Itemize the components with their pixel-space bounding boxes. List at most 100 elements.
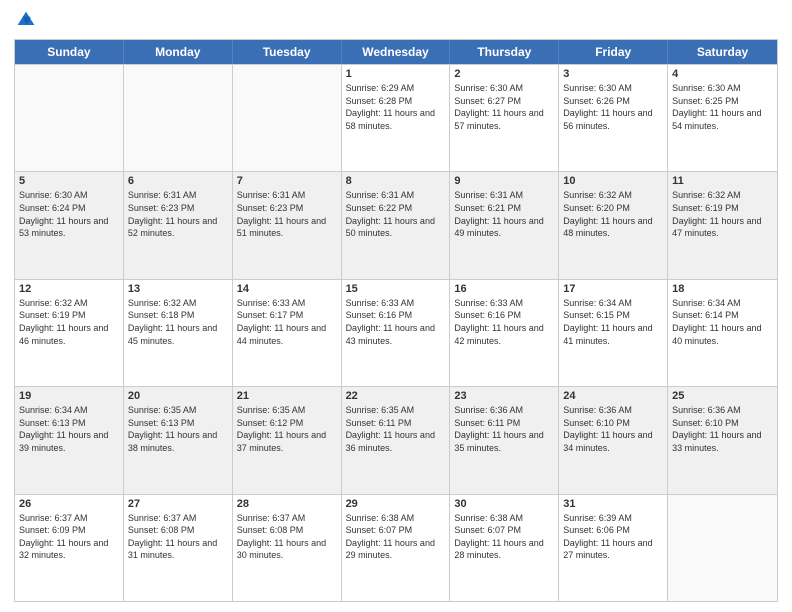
cell-info: Sunrise: 6:30 AM Sunset: 6:24 PM Dayligh…: [19, 189, 119, 239]
day-number: 17: [563, 283, 663, 295]
calendar-week: 19 Sunrise: 6:34 AM Sunset: 6:13 PM Dayl…: [15, 386, 777, 493]
logo-icon: [16, 10, 36, 30]
cell-info: Sunrise: 6:39 AM Sunset: 6:06 PM Dayligh…: [563, 512, 663, 562]
calendar-day: 30 Sunrise: 6:38 AM Sunset: 6:07 PM Dayl…: [450, 495, 559, 601]
day-number: 14: [237, 283, 337, 295]
calendar-day: 10 Sunrise: 6:32 AM Sunset: 6:20 PM Dayl…: [559, 172, 668, 278]
day-number: 2: [454, 68, 554, 80]
day-number: 21: [237, 390, 337, 402]
calendar-day: 19 Sunrise: 6:34 AM Sunset: 6:13 PM Dayl…: [15, 387, 124, 493]
calendar-week: 1 Sunrise: 6:29 AM Sunset: 6:28 PM Dayli…: [15, 64, 777, 171]
cell-info: Sunrise: 6:33 AM Sunset: 6:16 PM Dayligh…: [454, 297, 554, 347]
calendar-day: 7 Sunrise: 6:31 AM Sunset: 6:23 PM Dayli…: [233, 172, 342, 278]
calendar-day: 8 Sunrise: 6:31 AM Sunset: 6:22 PM Dayli…: [342, 172, 451, 278]
day-number: 6: [128, 175, 228, 187]
calendar-day: 22 Sunrise: 6:35 AM Sunset: 6:11 PM Dayl…: [342, 387, 451, 493]
calendar-week: 26 Sunrise: 6:37 AM Sunset: 6:09 PM Dayl…: [15, 494, 777, 601]
calendar-day: 23 Sunrise: 6:36 AM Sunset: 6:11 PM Dayl…: [450, 387, 559, 493]
cell-info: Sunrise: 6:32 AM Sunset: 6:19 PM Dayligh…: [672, 189, 773, 239]
cell-info: Sunrise: 6:31 AM Sunset: 6:21 PM Dayligh…: [454, 189, 554, 239]
cell-info: Sunrise: 6:37 AM Sunset: 6:08 PM Dayligh…: [128, 512, 228, 562]
calendar-day: 2 Sunrise: 6:30 AM Sunset: 6:27 PM Dayli…: [450, 65, 559, 171]
cell-info: Sunrise: 6:36 AM Sunset: 6:11 PM Dayligh…: [454, 404, 554, 454]
calendar-day: 9 Sunrise: 6:31 AM Sunset: 6:21 PM Dayli…: [450, 172, 559, 278]
cell-info: Sunrise: 6:29 AM Sunset: 6:28 PM Dayligh…: [346, 82, 446, 132]
day-number: 15: [346, 283, 446, 295]
cell-info: Sunrise: 6:32 AM Sunset: 6:19 PM Dayligh…: [19, 297, 119, 347]
calendar-day: 1 Sunrise: 6:29 AM Sunset: 6:28 PM Dayli…: [342, 65, 451, 171]
cell-info: Sunrise: 6:34 AM Sunset: 6:15 PM Dayligh…: [563, 297, 663, 347]
calendar-day: 15 Sunrise: 6:33 AM Sunset: 6:16 PM Dayl…: [342, 280, 451, 386]
cell-info: Sunrise: 6:30 AM Sunset: 6:26 PM Dayligh…: [563, 82, 663, 132]
calendar-header: SundayMondayTuesdayWednesdayThursdayFrid…: [15, 40, 777, 64]
day-number: 12: [19, 283, 119, 295]
calendar-day: 11 Sunrise: 6:32 AM Sunset: 6:19 PM Dayl…: [668, 172, 777, 278]
weekday-header: Thursday: [450, 40, 559, 64]
empty-cell: [668, 495, 777, 601]
day-number: 11: [672, 175, 773, 187]
day-number: 19: [19, 390, 119, 402]
day-number: 3: [563, 68, 663, 80]
day-number: 13: [128, 283, 228, 295]
calendar-week: 5 Sunrise: 6:30 AM Sunset: 6:24 PM Dayli…: [15, 171, 777, 278]
cell-info: Sunrise: 6:38 AM Sunset: 6:07 PM Dayligh…: [346, 512, 446, 562]
day-number: 23: [454, 390, 554, 402]
logo: [14, 10, 38, 35]
day-number: 18: [672, 283, 773, 295]
page: SundayMondayTuesdayWednesdayThursdayFrid…: [0, 0, 792, 612]
day-number: 9: [454, 175, 554, 187]
calendar-day: 21 Sunrise: 6:35 AM Sunset: 6:12 PM Dayl…: [233, 387, 342, 493]
cell-info: Sunrise: 6:33 AM Sunset: 6:17 PM Dayligh…: [237, 297, 337, 347]
day-number: 31: [563, 498, 663, 510]
weekday-header: Friday: [559, 40, 668, 64]
empty-cell: [233, 65, 342, 171]
day-number: 20: [128, 390, 228, 402]
cell-info: Sunrise: 6:37 AM Sunset: 6:09 PM Dayligh…: [19, 512, 119, 562]
weekday-header: Monday: [124, 40, 233, 64]
cell-info: Sunrise: 6:30 AM Sunset: 6:25 PM Dayligh…: [672, 82, 773, 132]
cell-info: Sunrise: 6:32 AM Sunset: 6:18 PM Dayligh…: [128, 297, 228, 347]
calendar-day: 26 Sunrise: 6:37 AM Sunset: 6:09 PM Dayl…: [15, 495, 124, 601]
calendar-day: 6 Sunrise: 6:31 AM Sunset: 6:23 PM Dayli…: [124, 172, 233, 278]
calendar-day: 20 Sunrise: 6:35 AM Sunset: 6:13 PM Dayl…: [124, 387, 233, 493]
calendar-day: 24 Sunrise: 6:36 AM Sunset: 6:10 PM Dayl…: [559, 387, 668, 493]
day-number: 10: [563, 175, 663, 187]
calendar-day: 3 Sunrise: 6:30 AM Sunset: 6:26 PM Dayli…: [559, 65, 668, 171]
cell-info: Sunrise: 6:34 AM Sunset: 6:13 PM Dayligh…: [19, 404, 119, 454]
day-number: 24: [563, 390, 663, 402]
calendar-day: 27 Sunrise: 6:37 AM Sunset: 6:08 PM Dayl…: [124, 495, 233, 601]
calendar-day: 29 Sunrise: 6:38 AM Sunset: 6:07 PM Dayl…: [342, 495, 451, 601]
weekday-header: Tuesday: [233, 40, 342, 64]
day-number: 22: [346, 390, 446, 402]
calendar-body: 1 Sunrise: 6:29 AM Sunset: 6:28 PM Dayli…: [15, 64, 777, 601]
empty-cell: [124, 65, 233, 171]
calendar-day: 17 Sunrise: 6:34 AM Sunset: 6:15 PM Dayl…: [559, 280, 668, 386]
calendar-day: 28 Sunrise: 6:37 AM Sunset: 6:08 PM Dayl…: [233, 495, 342, 601]
cell-info: Sunrise: 6:31 AM Sunset: 6:23 PM Dayligh…: [237, 189, 337, 239]
cell-info: Sunrise: 6:35 AM Sunset: 6:12 PM Dayligh…: [237, 404, 337, 454]
cell-info: Sunrise: 6:33 AM Sunset: 6:16 PM Dayligh…: [346, 297, 446, 347]
day-number: 7: [237, 175, 337, 187]
weekday-header: Sunday: [15, 40, 124, 64]
day-number: 16: [454, 283, 554, 295]
calendar-day: 4 Sunrise: 6:30 AM Sunset: 6:25 PM Dayli…: [668, 65, 777, 171]
weekday-header: Saturday: [668, 40, 777, 64]
cell-info: Sunrise: 6:36 AM Sunset: 6:10 PM Dayligh…: [563, 404, 663, 454]
day-number: 8: [346, 175, 446, 187]
day-number: 1: [346, 68, 446, 80]
day-number: 25: [672, 390, 773, 402]
day-number: 4: [672, 68, 773, 80]
day-number: 26: [19, 498, 119, 510]
header: [14, 10, 778, 35]
cell-info: Sunrise: 6:35 AM Sunset: 6:11 PM Dayligh…: [346, 404, 446, 454]
cell-info: Sunrise: 6:31 AM Sunset: 6:23 PM Dayligh…: [128, 189, 228, 239]
empty-cell: [15, 65, 124, 171]
calendar-day: 13 Sunrise: 6:32 AM Sunset: 6:18 PM Dayl…: [124, 280, 233, 386]
day-number: 28: [237, 498, 337, 510]
day-number: 5: [19, 175, 119, 187]
cell-info: Sunrise: 6:32 AM Sunset: 6:20 PM Dayligh…: [563, 189, 663, 239]
day-number: 30: [454, 498, 554, 510]
calendar-day: 31 Sunrise: 6:39 AM Sunset: 6:06 PM Dayl…: [559, 495, 668, 601]
calendar-day: 18 Sunrise: 6:34 AM Sunset: 6:14 PM Dayl…: [668, 280, 777, 386]
calendar-day: 5 Sunrise: 6:30 AM Sunset: 6:24 PM Dayli…: [15, 172, 124, 278]
